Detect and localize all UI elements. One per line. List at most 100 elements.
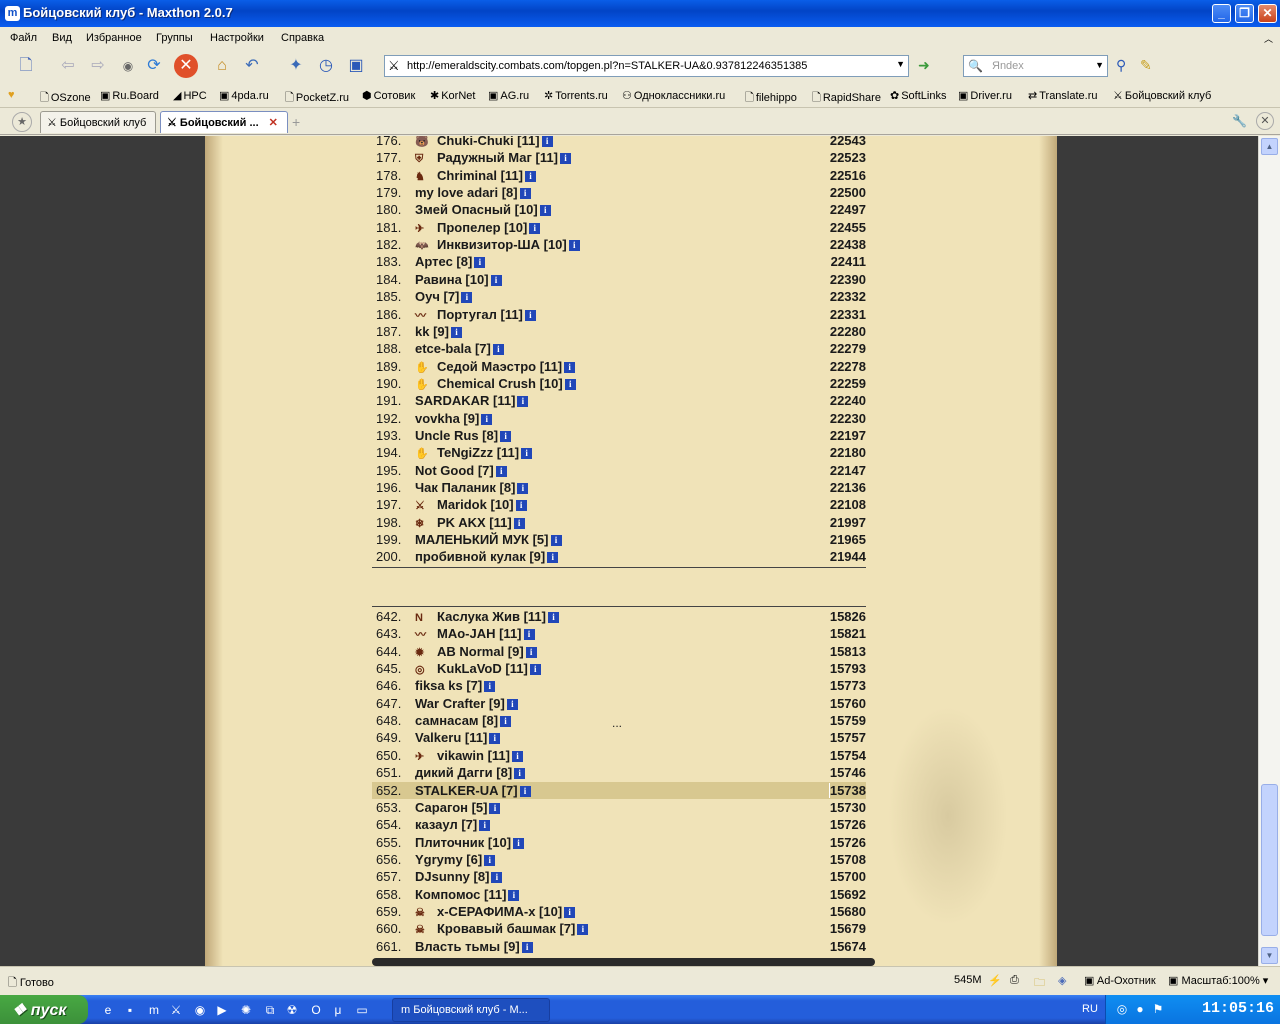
- home-icon[interactable]: ⌂: [210, 54, 234, 78]
- player-info-icon[interactable]: i: [513, 837, 525, 849]
- player-info-icon[interactable]: i: [547, 612, 559, 623]
- link-odnoklassniki[interactable]: ⚇ Одноклассники.ru: [622, 89, 725, 102]
- stop-icon[interactable]: ✕: [174, 54, 198, 78]
- clock-icon[interactable]: ◷: [314, 54, 338, 78]
- link-ruboard[interactable]: ▣ Ru.Board: [100, 89, 159, 102]
- player-info-icon[interactable]: i: [484, 681, 496, 693]
- player-info-icon[interactable]: i: [568, 240, 580, 252]
- clan-emblem-icon[interactable]: ✹: [415, 646, 437, 659]
- player-info-icon[interactable]: i: [484, 854, 496, 866]
- player-info-icon[interactable]: i: [564, 378, 576, 390]
- player-info-icon[interactable]: i: [539, 205, 551, 217]
- player-info-icon[interactable]: i: [506, 698, 518, 710]
- clan-emblem-icon[interactable]: ◎: [415, 663, 437, 676]
- clan-emblem-icon[interactable]: 〰: [415, 307, 437, 323]
- link-rapidshare[interactable]: 🗋 RapidShare: [812, 89, 881, 108]
- adhunter-button[interactable]: ▣ Ad-Охотник: [1084, 974, 1156, 987]
- app-icon[interactable]: ◉: [192, 1002, 208, 1018]
- lightning-icon[interactable]: ⚡: [988, 974, 1002, 987]
- player-info-icon[interactable]: i: [513, 517, 525, 529]
- player-info-icon[interactable]: i: [547, 552, 559, 564]
- link-kornet[interactable]: ✱ KorNet: [430, 89, 475, 102]
- player-info-icon[interactable]: i: [519, 188, 531, 200]
- flag-icon[interactable]: ⚑: [1150, 1001, 1166, 1017]
- player-info-icon[interactable]: i: [479, 820, 491, 832]
- link-torrents[interactable]: ✲ Torrents.ru: [544, 89, 608, 102]
- favorites-icon[interactable]: ♥: [8, 89, 15, 101]
- player-info-icon[interactable]: i: [541, 136, 553, 147]
- save-icon[interactable]: ▪: [122, 1002, 138, 1018]
- tab-combats-1[interactable]: ⚔ Бойцовский клуб: [40, 111, 156, 133]
- clan-emblem-icon[interactable]: ☠: [415, 923, 437, 936]
- player-info-icon[interactable]: i: [491, 872, 503, 884]
- close-icon[interactable]: ✕: [1256, 112, 1274, 130]
- clan-emblem-icon[interactable]: ♞: [415, 170, 437, 183]
- clan-emblem-icon[interactable]: ✈: [415, 222, 437, 235]
- clan-emblem-icon[interactable]: ⚔: [415, 499, 437, 512]
- player-info-icon[interactable]: i: [500, 430, 512, 442]
- player-info-icon[interactable]: i: [514, 768, 526, 780]
- maxthon-quick-icon[interactable]: m: [146, 1002, 162, 1018]
- menu-settings[interactable]: Настройки: [210, 32, 264, 44]
- link-combats[interactable]: ⚔ Бойцовский клуб: [1113, 89, 1211, 102]
- close-button[interactable]: ✕: [1258, 4, 1277, 23]
- utorrent-icon[interactable]: μ: [330, 1002, 346, 1018]
- player-info-icon[interactable]: i: [577, 924, 589, 936]
- wrench-icon[interactable]: 🔧: [1232, 114, 1247, 128]
- player-info-icon[interactable]: i: [461, 292, 473, 304]
- tray-icon[interactable]: ◎: [1114, 1001, 1130, 1017]
- vertical-scrollbar[interactable]: ▲ ▼: [1258, 136, 1280, 966]
- player-info-icon[interactable]: i: [524, 170, 536, 182]
- tray-icon[interactable]: ●: [1132, 1001, 1148, 1017]
- chevron-down-icon[interactable]: ▼: [896, 59, 905, 69]
- clan-emblem-icon[interactable]: ☠: [415, 906, 437, 919]
- address-url[interactable]: http://emeraldscity.combats.com/topgen.p…: [407, 60, 807, 72]
- link-pocketz[interactable]: 🗋 PocketZ.ru: [285, 89, 349, 108]
- ie-icon[interactable]: e: [100, 1002, 116, 1018]
- language-indicator[interactable]: RU: [1082, 1003, 1098, 1015]
- history-dropdown-icon[interactable]: ◉: [116, 54, 140, 78]
- minimize-button[interactable]: _: [1212, 4, 1231, 23]
- player-info-icon[interactable]: i: [529, 222, 541, 234]
- back-icon[interactable]: ⇦: [56, 54, 80, 78]
- clan-emblem-icon[interactable]: ✋: [415, 378, 437, 391]
- player-info-icon[interactable]: i: [525, 646, 537, 658]
- printer-icon[interactable]: ⎙: [1010, 974, 1019, 987]
- player-info-icon[interactable]: i: [489, 802, 501, 814]
- menu-groups[interactable]: Группы: [156, 32, 193, 44]
- link-driver[interactable]: ▣ Driver.ru: [958, 89, 1012, 102]
- link-ag[interactable]: ▣ AG.ru: [488, 89, 529, 102]
- new-tab-icon[interactable]: +: [292, 114, 300, 130]
- link-sotovik[interactable]: ⬢ Сотовик: [362, 89, 415, 102]
- highlight-icon[interactable]: ✎: [1140, 57, 1152, 74]
- player-info-icon[interactable]: i: [521, 941, 533, 953]
- link-hpc[interactable]: ◢ HPC: [173, 89, 207, 102]
- desktop-icon[interactable]: ▭: [354, 1002, 370, 1018]
- player-info-icon[interactable]: i: [515, 500, 527, 512]
- player-info-icon[interactable]: i: [490, 274, 502, 286]
- clan-emblem-icon[interactable]: ❄: [415, 517, 437, 530]
- app-icon[interactable]: ✺: [238, 1002, 254, 1018]
- player-info-icon[interactable]: i: [559, 153, 571, 165]
- zoom-control[interactable]: ▣ Масштаб:100% ▾: [1168, 974, 1268, 987]
- maximize-button[interactable]: ❐: [1235, 4, 1254, 23]
- scroll-up-icon[interactable]: ▲: [1261, 138, 1278, 155]
- media-icon[interactable]: ▶: [214, 1002, 230, 1018]
- window-icon[interactable]: ▣: [344, 54, 368, 78]
- menu-help[interactable]: Справка: [281, 32, 324, 44]
- start-button[interactable]: ❖ пуск: [0, 995, 88, 1024]
- menu-collapse-icon[interactable]: ︿: [1264, 32, 1273, 45]
- scroll-thumb[interactable]: [1261, 784, 1278, 936]
- link-translate[interactable]: ⇄ Translate.ru: [1028, 89, 1098, 102]
- clan-emblem-icon[interactable]: ✋: [415, 361, 437, 374]
- clan-emblem-icon[interactable]: ✋: [415, 447, 437, 460]
- clan-emblem-icon[interactable]: N: [415, 612, 437, 624]
- player-info-icon[interactable]: i: [492, 344, 504, 356]
- clan-emblem-icon[interactable]: ✈: [415, 750, 437, 763]
- new-page-icon[interactable]: 🗋: [14, 54, 38, 78]
- player-info-icon[interactable]: i: [550, 535, 562, 547]
- menu-file[interactable]: Файл: [10, 32, 37, 44]
- link-softlinks[interactable]: ✿ SoftLinks: [890, 89, 946, 102]
- player-info-icon[interactable]: i: [489, 733, 501, 745]
- player-info-icon[interactable]: i: [517, 396, 529, 408]
